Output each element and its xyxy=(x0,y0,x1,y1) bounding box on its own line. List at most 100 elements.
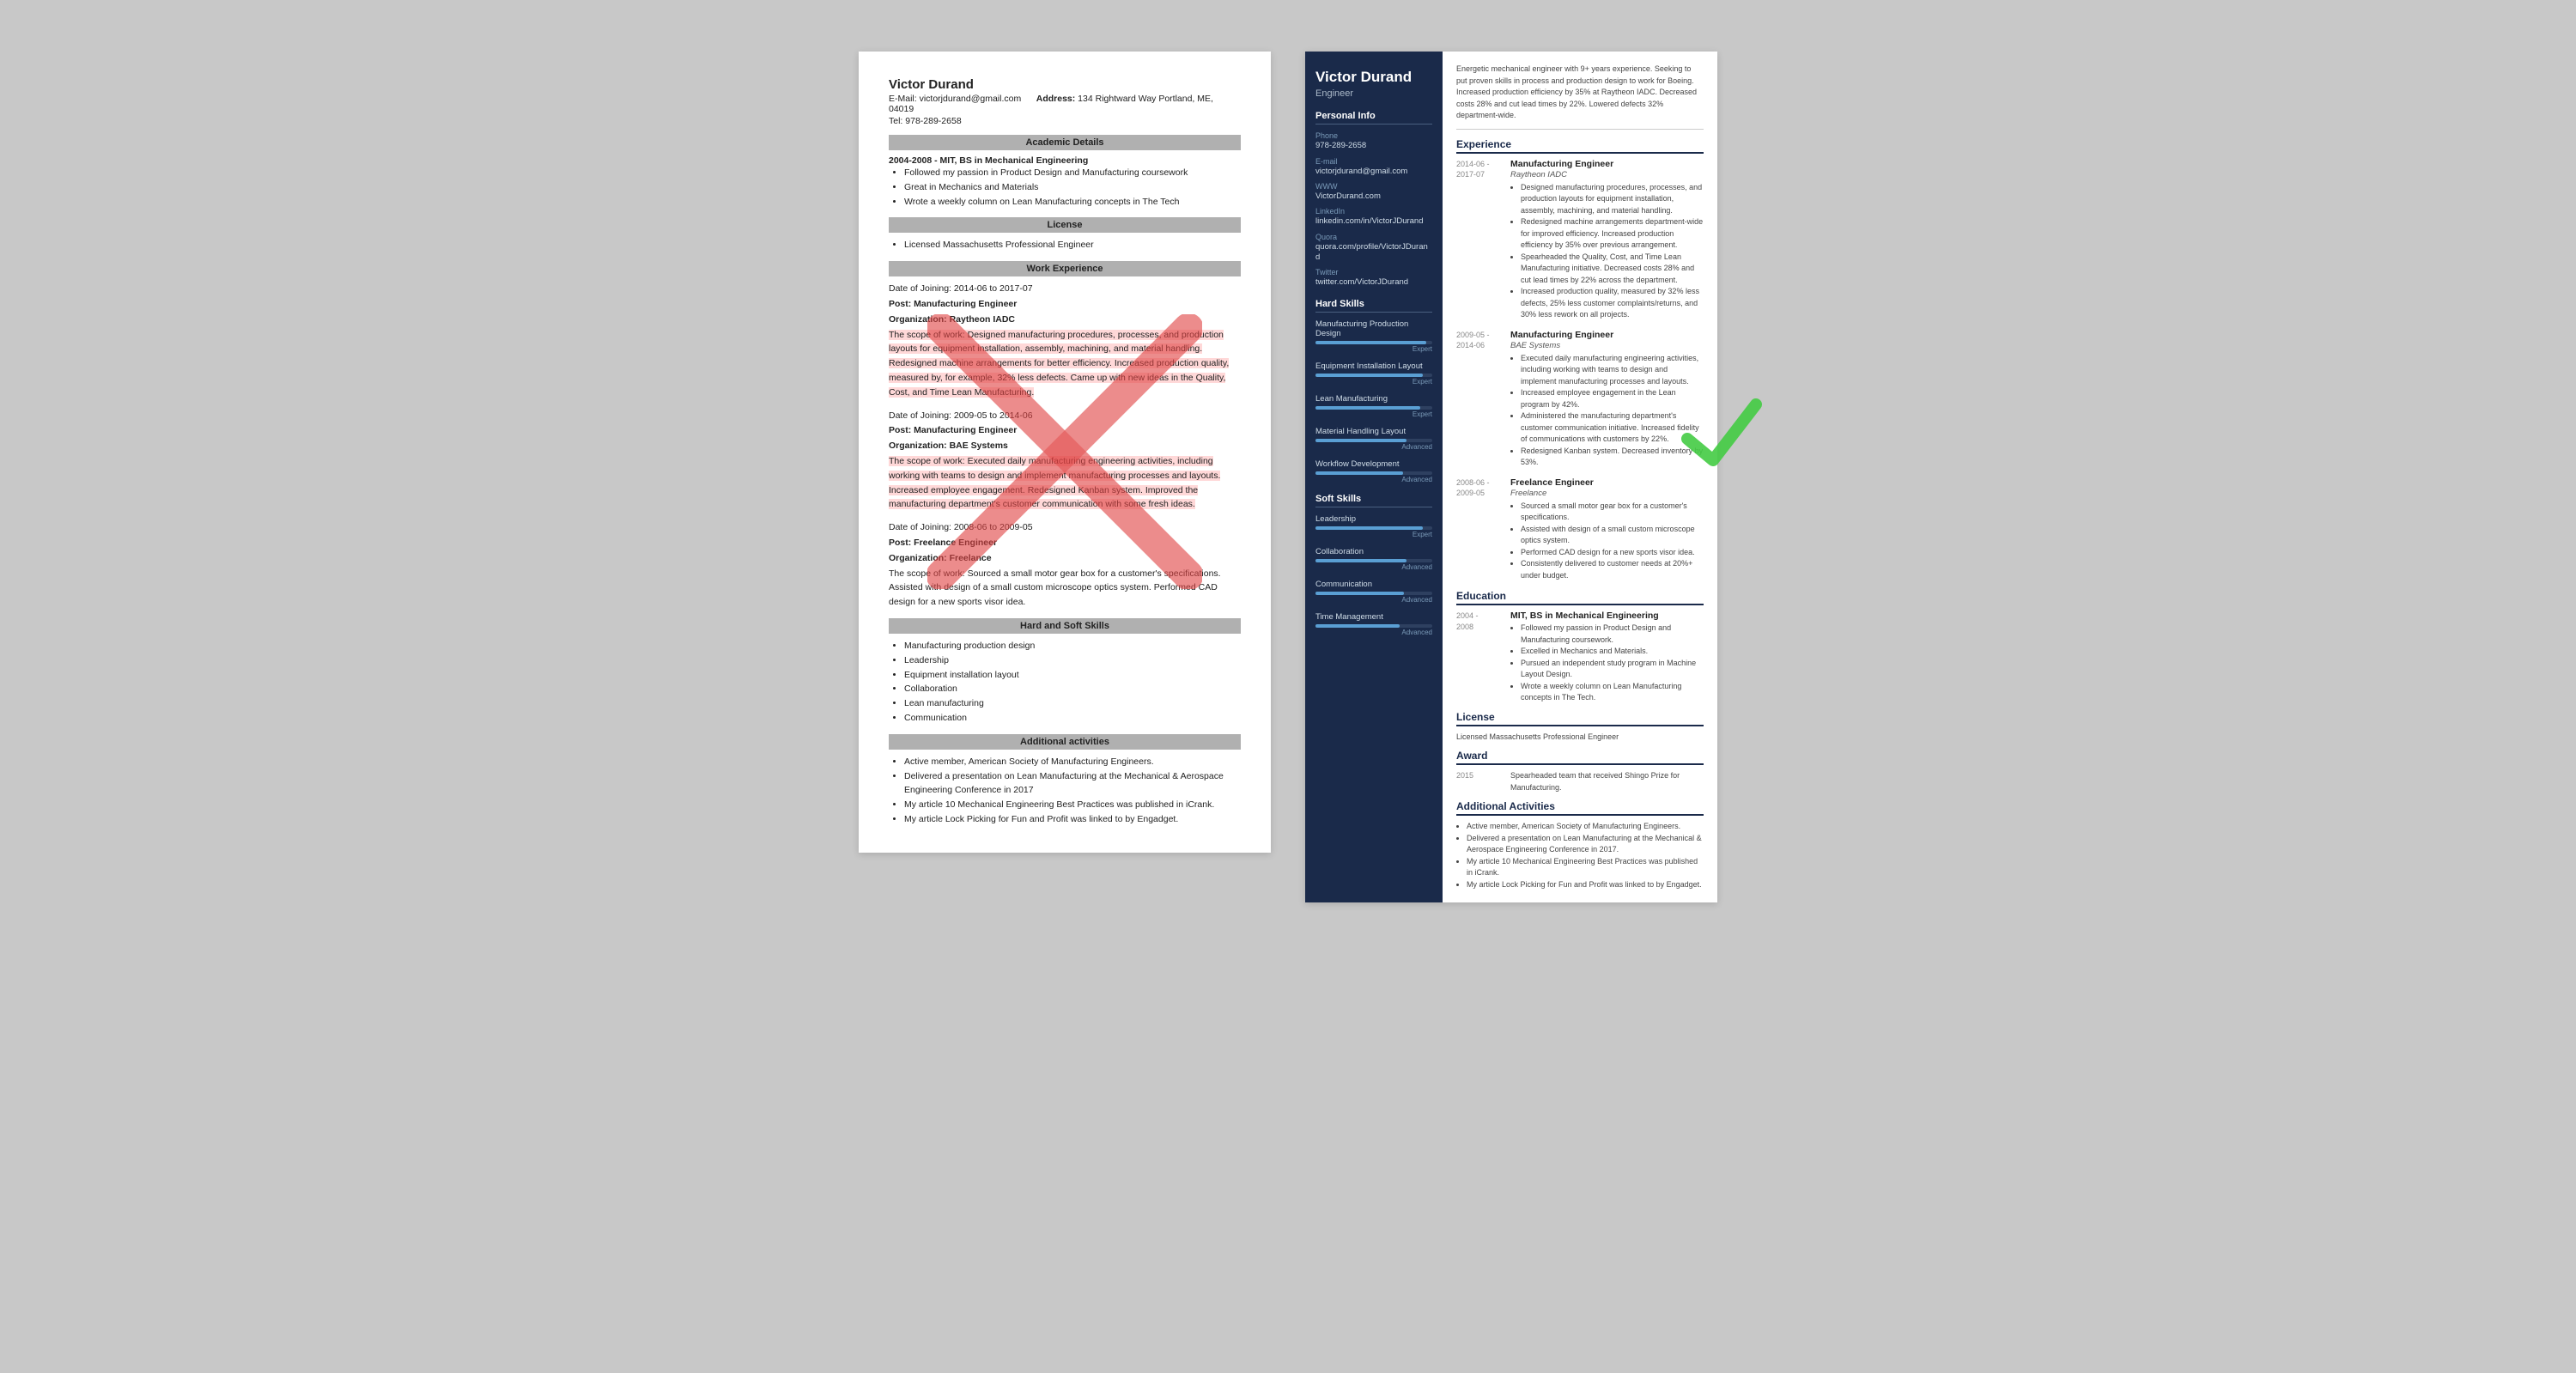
skill-bar-fill xyxy=(1315,592,1404,595)
edu-dates: 2004 - 2008 xyxy=(1456,611,1504,704)
job-2-scope: The scope of work: Executed daily manufa… xyxy=(889,454,1241,512)
list-item: Consistently delivered to customer needs… xyxy=(1521,558,1704,581)
linkedin-value: linkedin.com/in/VictorJDurand xyxy=(1315,216,1432,227)
job-1-org: Organization: Raytheon IADC xyxy=(889,314,1015,325)
list-item: Collaboration xyxy=(904,682,1241,696)
skill-name: Communication xyxy=(1315,580,1432,589)
skill-bar-fill xyxy=(1315,341,1426,344)
job-2-post: Post: Manufacturing Engineer xyxy=(889,425,1017,435)
exp-content-1: Manufacturing Engineer Raytheon IADC Des… xyxy=(1510,159,1704,321)
list-item: Spearheaded the Quality, Cost, and Time … xyxy=(1521,252,1704,287)
skill-name: Time Management xyxy=(1315,612,1432,622)
skill-collab: Collaboration Advanced xyxy=(1315,547,1432,571)
email-label: E-mail xyxy=(1315,157,1432,166)
license-section-title: License xyxy=(1456,711,1704,726)
list-item: Active member, American Society of Manuf… xyxy=(904,755,1241,769)
www-value: VictorDurand.com xyxy=(1315,191,1432,202)
list-item: My article 10 Mechanical Engineering Bes… xyxy=(1467,856,1704,879)
resume-left: Victor Durand E-Mail: victorjdurand@gmai… xyxy=(859,52,1271,853)
exp-title-1: Manufacturing Engineer xyxy=(1510,159,1704,169)
exp-org-1: Raytheon IADC xyxy=(1510,170,1704,179)
skill-name: Leadership xyxy=(1315,514,1432,524)
skill-level: Advanced xyxy=(1315,629,1432,636)
list-item: Redesigned Kanban system. Decreased inve… xyxy=(1521,446,1704,469)
additional-header: Additional activities xyxy=(889,734,1241,750)
list-item: Equipment installation layout xyxy=(904,668,1241,683)
award-section-title: Award xyxy=(1456,750,1704,765)
license-text: Licensed Massachusetts Professional Engi… xyxy=(1456,732,1704,744)
list-item: Delivered a presentation on Lean Manufac… xyxy=(1467,833,1704,856)
edu-item-1: 2004 - 2008 MIT, BS in Mechanical Engine… xyxy=(1456,611,1704,704)
tel-label: Tel: xyxy=(889,116,902,126)
job-3: Date of Joining: 2008-06 to 2009-05 Post… xyxy=(889,520,1241,610)
twitter-value: twitter.com/VictorJDurand xyxy=(1315,277,1432,288)
resume-right: Victor Durand Engineer Personal Info Pho… xyxy=(1305,52,1717,902)
exp-title-3: Freelance Engineer xyxy=(1510,477,1704,488)
skill-bar-fill xyxy=(1315,471,1403,475)
list-item: Communication xyxy=(904,711,1241,726)
list-item: Wrote a weekly column on Lean Manufactur… xyxy=(1521,681,1704,704)
list-item: Sourced a small motor gear box for a cus… xyxy=(1521,501,1704,524)
email-label: E-Mail: xyxy=(889,94,917,104)
quora-label: Quora xyxy=(1315,233,1432,241)
job-2: Date of Joining: 2009-05 to 2014-06 Post… xyxy=(889,409,1241,513)
list-item: My article Lock Picking for Fun and Prof… xyxy=(1467,879,1704,891)
twitter-label: Twitter xyxy=(1315,268,1432,276)
skill-bar-fill xyxy=(1315,439,1406,442)
skill-material: Material Handling Layout Advanced xyxy=(1315,427,1432,451)
tel-value: 978-289-2658 xyxy=(905,116,961,126)
skill-name: Equipment Installation Layout xyxy=(1315,361,1432,371)
list-item: My article 10 Mechanical Engineering Bes… xyxy=(904,798,1241,812)
list-item: Manufacturing production design xyxy=(904,639,1241,653)
exp-content-2: Manufacturing Engineer BAE Systems Execu… xyxy=(1510,330,1704,469)
skill-bar-bg xyxy=(1315,471,1432,475)
skill-bar-bg xyxy=(1315,559,1432,562)
skill-name: Collaboration xyxy=(1315,547,1432,556)
experience-section-title: Experience xyxy=(1456,138,1704,154)
exp-job-1: 2014-06 - 2017-07 Manufacturing Engineer… xyxy=(1456,159,1704,321)
personal-info-section: Personal Info xyxy=(1315,111,1432,125)
www-label: WWW xyxy=(1315,182,1432,191)
list-item: Active member, American Society of Manuf… xyxy=(1467,821,1704,833)
left-email-line: E-Mail: victorjdurand@gmail.com Address:… xyxy=(889,94,1241,114)
list-item: Excelled in Mechanics and Materials. xyxy=(1521,646,1704,658)
job-3-date: Date of Joining: 2008-06 to 2009-05 xyxy=(889,520,1241,535)
job-1-scope: The scope of work: Designed manufacturin… xyxy=(889,328,1241,400)
list-item: Administered the manufacturing departmen… xyxy=(1521,410,1704,446)
email-value: victorjdurand@gmail.com xyxy=(1315,167,1432,177)
edu-content: MIT, BS in Mechanical Engineering Follow… xyxy=(1510,611,1704,704)
skill-communication: Communication Advanced xyxy=(1315,580,1432,604)
list-item: Performed CAD design for a new sports vi… xyxy=(1521,547,1704,559)
skill-level: Expert xyxy=(1315,531,1432,538)
hard-skills-section: Hard Skills xyxy=(1315,299,1432,313)
job-2-date: Date of Joining: 2009-05 to 2014-06 xyxy=(889,409,1241,423)
exp-dates-1: 2014-06 - 2017-07 xyxy=(1456,159,1504,321)
additional-activities: Active member, American Society of Manuf… xyxy=(1467,821,1704,890)
skill-level: Expert xyxy=(1315,378,1432,386)
list-item: Designed manufacturing procedures, proce… xyxy=(1521,182,1704,217)
list-item: Followed my passion in Product Design an… xyxy=(1521,623,1704,646)
skill-equip: Equipment Installation Layout Expert xyxy=(1315,361,1432,386)
skill-level: Advanced xyxy=(1315,443,1432,451)
skill-level: Advanced xyxy=(1315,596,1432,604)
skill-level: Expert xyxy=(1315,410,1432,418)
job-1-date: Date of Joining: 2014-06 to 2017-07 xyxy=(889,282,1241,296)
exp-job-2: 2009-05 - 2014-06 Manufacturing Engineer… xyxy=(1456,330,1704,469)
phone-label: Phone xyxy=(1315,131,1432,140)
job-1: Date of Joining: 2014-06 to 2017-07 Post… xyxy=(889,282,1241,399)
education-section-title: Education xyxy=(1456,590,1704,605)
skill-bar-bg xyxy=(1315,341,1432,344)
skill-bar-bg xyxy=(1315,624,1432,628)
list-item: Leadership xyxy=(904,653,1241,668)
academic-bullets: Followed my passion in Product Design an… xyxy=(904,166,1241,209)
list-item: Assisted with design of a small custom m… xyxy=(1521,524,1704,547)
skill-bar-fill xyxy=(1315,624,1400,628)
exp-job-3: 2008-06 - 2009-05 Freelance Engineer Fre… xyxy=(1456,477,1704,582)
right-name: Victor Durand xyxy=(1315,69,1432,86)
address-label: Address: xyxy=(1036,94,1076,104)
exp-dates-3: 2008-06 - 2009-05 xyxy=(1456,477,1504,582)
skill-leadership: Leadership Expert xyxy=(1315,514,1432,538)
skill-workflow: Workflow Development Advanced xyxy=(1315,459,1432,483)
left-tel-line: Tel: 978-289-2658 xyxy=(889,116,1241,126)
skill-bar-bg xyxy=(1315,439,1432,442)
